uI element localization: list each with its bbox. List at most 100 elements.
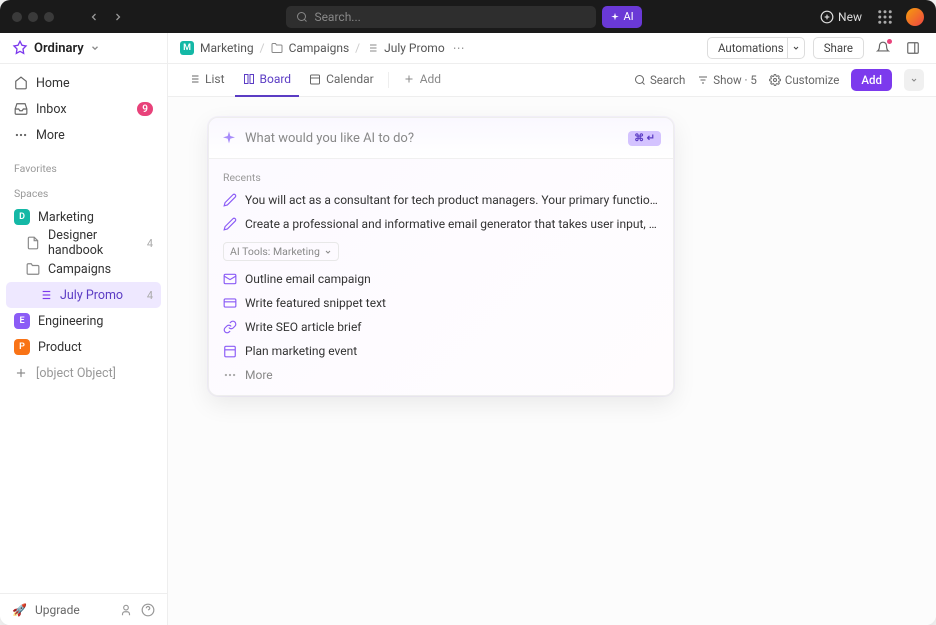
rocket-icon: 🚀 (12, 603, 27, 617)
toolbar-search-label: Search (650, 73, 685, 87)
tab-separator (388, 72, 389, 88)
recent-item-1[interactable]: You will act as a consultant for tech pr… (209, 188, 673, 212)
nav-inbox-label: Inbox (36, 102, 67, 117)
notification-button[interactable] (872, 37, 894, 59)
sparkle-icon (221, 130, 237, 146)
add-button[interactable]: Add (851, 69, 892, 91)
favorites-label[interactable]: Favorites (0, 154, 167, 179)
titlebar: Search... AI New (0, 0, 936, 33)
toolbar-show[interactable]: Show · 5 (697, 73, 757, 87)
tab-board[interactable]: Board (235, 64, 300, 97)
nav-home-label: Home (36, 76, 70, 91)
nav-more[interactable]: More (6, 122, 161, 148)
app-body: Ordinary Home Inbox 9 More Favorite (0, 33, 936, 625)
breadcrumb-item[interactable]: July Promo (384, 41, 445, 55)
user-avatar[interactable] (906, 8, 924, 26)
apps-grid-icon[interactable] (876, 8, 894, 26)
search-icon (296, 11, 308, 23)
breadcrumb-folder[interactable]: Campaigns (289, 41, 350, 55)
tool-plan-event[interactable]: Plan marketing event (209, 339, 673, 363)
calendar-icon (223, 344, 237, 358)
nav-home[interactable]: Home (6, 70, 161, 96)
traffic-maximize[interactable] (44, 12, 54, 22)
person-icon[interactable] (119, 603, 133, 617)
share-button[interactable]: Share (813, 37, 864, 59)
panel-toggle-button[interactable] (902, 37, 924, 59)
back-button[interactable] (84, 7, 104, 27)
nav-inbox[interactable]: Inbox 9 (6, 96, 161, 122)
ai-more[interactable]: More (209, 363, 673, 387)
recent-item-2[interactable]: Create a professional and informative em… (209, 212, 673, 236)
add-dropdown[interactable] (904, 69, 924, 91)
search-icon (634, 74, 646, 86)
tool-outline-email[interactable]: Outline email campaign (209, 267, 673, 291)
list-icon (366, 42, 378, 54)
nav-more-label: More (36, 128, 65, 143)
toolbar-show-label: Show · 5 (713, 73, 757, 87)
breadcrumb-space[interactable]: Marketing (200, 41, 254, 55)
card-icon (223, 296, 237, 310)
link-icon (223, 320, 237, 334)
nav-buttons (84, 7, 128, 27)
designer-handbook-label: Designer handbook (48, 228, 139, 258)
tool-featured-snippet[interactable]: Write featured snippet text (209, 291, 673, 315)
tab-calendar[interactable]: Calendar (301, 64, 382, 97)
discover-spaces[interactable]: [object Object] (6, 360, 161, 386)
space-marketing[interactable]: D Marketing (6, 204, 161, 230)
ai-button[interactable]: AI (602, 6, 641, 28)
sidebar-footer: 🚀 Upgrade (0, 593, 167, 625)
discover-spaces-label: [object Object] (36, 366, 116, 381)
view-tabs: List Board Calendar Add (168, 64, 936, 97)
help-icon[interactable] (141, 603, 155, 617)
workspace-name: Ordinary (34, 41, 84, 56)
breadcrumb-space-icon: M (180, 41, 194, 55)
tool-seo-brief[interactable]: Write SEO article brief (209, 315, 673, 339)
breadcrumb-sep: / (355, 41, 360, 55)
pencil-icon (223, 193, 237, 207)
recent-item-1-text: You will act as a consultant for tech pr… (245, 193, 659, 207)
tool-1-text: Outline email campaign (245, 272, 371, 286)
space-product[interactable]: P Product (6, 334, 161, 360)
tool-3-text: Write SEO article brief (245, 320, 361, 334)
ai-tools-filter[interactable]: AI Tools: Marketing (223, 242, 339, 261)
search-wrapper: Search... AI (128, 6, 800, 28)
tab-list[interactable]: List (180, 64, 233, 97)
folder-icon (26, 262, 40, 276)
list-icon (38, 288, 52, 302)
forward-button[interactable] (108, 7, 128, 27)
traffic-minimize[interactable] (28, 12, 38, 22)
upgrade-link[interactable]: Upgrade (35, 603, 80, 617)
ai-panel-body: Recents You will act as a consultant for… (209, 158, 673, 395)
sidebar-july-promo[interactable]: July Promo 4 (6, 282, 161, 308)
recents-label: Recents (209, 167, 673, 188)
automations-button[interactable]: Automations (707, 37, 795, 59)
more-icon (14, 128, 28, 142)
sidebar-campaigns[interactable]: Campaigns (6, 256, 161, 282)
tab-add[interactable]: Add (395, 64, 449, 97)
tab-list-label: List (205, 72, 225, 86)
automations-dropdown[interactable] (787, 37, 805, 59)
new-button[interactable]: New (820, 10, 862, 24)
workspace-switcher[interactable]: Ordinary (0, 33, 167, 64)
toolbar-customize[interactable]: Customize (769, 73, 840, 87)
breadcrumb-more[interactable]: ⋯ (453, 41, 465, 55)
july-promo-label: July Promo (60, 288, 123, 303)
space-engineering[interactable]: E Engineering (6, 308, 161, 334)
plus-icon (403, 73, 415, 85)
toolbar-search[interactable]: Search (634, 73, 685, 87)
space-marketing-label: Marketing (38, 210, 94, 225)
plus-circle-icon (820, 10, 834, 24)
space-product-icon: P (14, 339, 30, 355)
search-placeholder: Search... (314, 10, 360, 24)
notification-dot (887, 39, 892, 44)
traffic-close[interactable] (12, 12, 22, 22)
tab-board-label: Board (260, 72, 292, 86)
spaces-label[interactable]: Spaces (0, 179, 167, 204)
ai-label: AI (623, 10, 633, 23)
ai-prompt-input[interactable] (245, 131, 620, 146)
workspace-logo-icon (12, 40, 28, 56)
sidebar-designer-handbook[interactable]: Designer handbook 4 (6, 230, 161, 256)
search-box[interactable]: Search... (286, 6, 596, 28)
mail-icon (223, 272, 237, 286)
panel-icon (906, 41, 920, 55)
